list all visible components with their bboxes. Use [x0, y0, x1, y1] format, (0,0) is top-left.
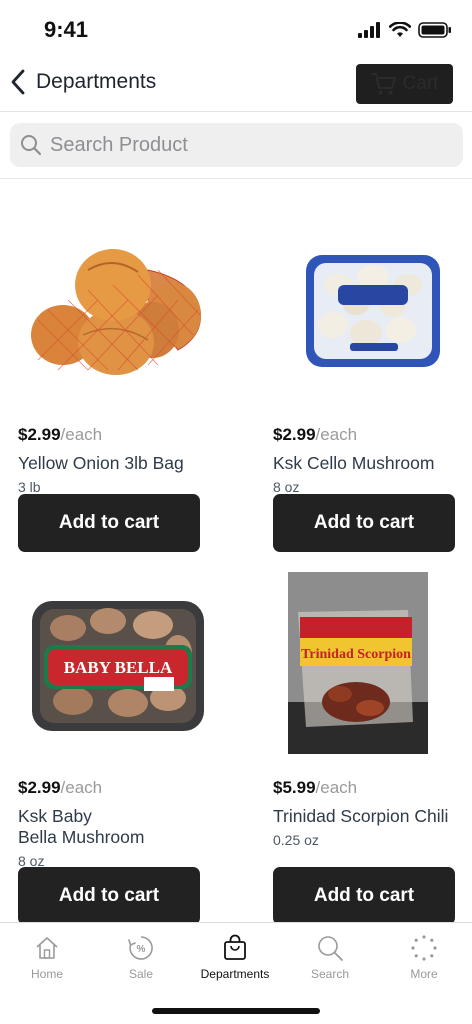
status-time: 9:41 [44, 17, 89, 42]
tab-label: Departments [200, 967, 270, 981]
back-label: Departments [36, 70, 157, 93]
tab-home[interactable]: Home [0, 931, 94, 981]
chevron-left-icon [11, 69, 25, 95]
home-icon [34, 931, 60, 965]
add-to-cart-button[interactable]: Add to cart [273, 867, 455, 922]
cello-mushroom-package-image[interactable] [273, 215, 472, 405]
price: $5.99 [273, 778, 316, 797]
product-name[interactable]: Ksk Baby Bella Mushroom [18, 806, 228, 848]
shopping-bag-icon [222, 931, 248, 965]
price: $2.99 [18, 778, 61, 797]
more-icon [410, 931, 438, 965]
yellow-onion-bag-image[interactable] [18, 215, 218, 405]
tab-more[interactable]: More [377, 931, 471, 981]
navigation-bar: Departments Cart [0, 56, 472, 112]
tab-label: Search [310, 967, 350, 981]
tab-label: Home [30, 967, 63, 981]
svg-text:%: % [137, 944, 146, 955]
product-name[interactable]: Yellow Onion 3lb Bag [18, 453, 228, 474]
price-line: $5.99/each [273, 778, 357, 798]
price-line: $2.99/each [18, 778, 102, 798]
price-unit: /each [60, 425, 103, 444]
search-section [0, 112, 472, 179]
add-to-cart-button[interactable]: Add to cart [273, 494, 455, 552]
package-label: BABY BELLA [64, 658, 173, 677]
signal-icon [358, 22, 380, 38]
product-name[interactable]: Ksk Cello Mushroom [273, 453, 472, 474]
tab-departments[interactable]: Departments [188, 931, 282, 981]
home-indicator[interactable] [152, 1008, 320, 1014]
search-icon [316, 931, 344, 965]
add-to-cart-button[interactable]: Add to cart [18, 867, 200, 922]
cart-label: Cart [402, 73, 439, 94]
price: $2.99 [273, 425, 316, 444]
tab-search[interactable]: Search [283, 931, 377, 981]
tab-label: Sale [128, 967, 154, 981]
product-size: 0.25 oz [273, 832, 319, 848]
price: $2.99 [18, 425, 61, 444]
price-line: $2.99/each [273, 425, 357, 445]
product-name[interactable]: Trinidad Scorpion Chili [273, 806, 472, 827]
back-button[interactable]: Departments [8, 68, 156, 96]
product-grid: $2.99/each Yellow Onion 3lb Bag 3 lb Add… [0, 180, 472, 922]
price-unit: /each [60, 778, 103, 797]
search-input[interactable] [50, 133, 430, 157]
product-size: 3 lb [18, 479, 41, 495]
cart-icon [370, 73, 396, 95]
sale-icon: % [127, 931, 155, 965]
search-icon [21, 135, 42, 156]
search-box[interactable] [10, 123, 463, 167]
price-unit: /each [315, 778, 358, 797]
tab-label: More [410, 967, 438, 981]
price-line: $2.99/each [18, 425, 102, 445]
wifi-icon [389, 22, 411, 37]
baby-bella-package-image[interactable]: BABY BELLA [18, 568, 218, 758]
status-icons [358, 22, 452, 38]
add-to-cart-button[interactable]: Add to cart [18, 494, 200, 552]
battery-icon [418, 22, 451, 38]
tab-sale[interactable]: % Sale [94, 931, 188, 981]
status-bar: 9:41 [0, 0, 472, 56]
product-size: 8 oz [273, 479, 300, 495]
package-label: Trinidad Scorpion [301, 647, 411, 662]
cart-button[interactable]: Cart [356, 64, 453, 104]
scorpion-chili-bag-image[interactable]: Trinidad Scorpion [273, 568, 472, 758]
price-unit: /each [315, 425, 358, 444]
